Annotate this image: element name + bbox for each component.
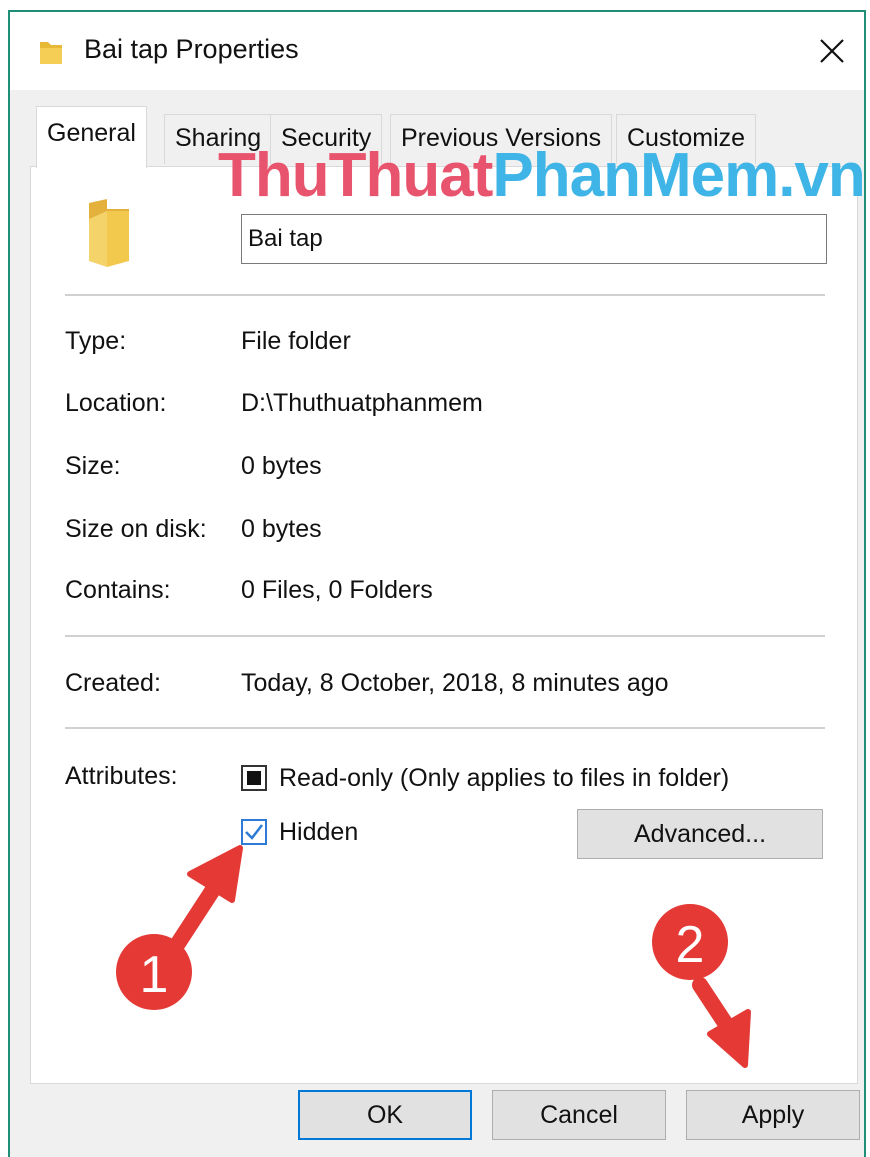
general-tab-panel: Type: File folder Location: D:\Thuthuatp… — [30, 166, 858, 1084]
created-label: Created: — [65, 669, 161, 697]
created-value: Today, 8 October, 2018, 8 minutes ago — [241, 669, 669, 697]
watermark-part-1: ThuThuat — [218, 141, 493, 210]
folder-icon — [40, 42, 62, 64]
size-value: 0 bytes — [241, 452, 322, 480]
contains-label: Contains: — [65, 576, 171, 604]
watermark-part-2: PhanMem.vn — [492, 141, 865, 210]
tab-general[interactable]: General — [36, 106, 147, 168]
size-label: Size: — [65, 452, 121, 480]
divider — [65, 294, 825, 296]
type-label: Type: — [65, 327, 127, 355]
close-icon — [820, 39, 844, 63]
title-bar: Bai tap Properties — [10, 12, 864, 90]
checkmark-icon — [245, 824, 263, 840]
apply-button[interactable]: Apply — [686, 1090, 860, 1140]
readonly-checkbox-label[interactable]: Read-only (Only applies to files in fold… — [279, 764, 729, 793]
divider — [65, 727, 825, 729]
location-value: D:\Thuthuatphanmem — [241, 389, 483, 417]
hidden-checkbox-label[interactable]: Hidden — [279, 818, 358, 847]
readonly-checkbox[interactable] — [241, 765, 267, 791]
size-on-disk-value: 0 bytes — [241, 515, 322, 543]
type-value: File folder — [241, 327, 351, 355]
cancel-button[interactable]: Cancel — [492, 1090, 666, 1140]
close-button[interactable] — [800, 12, 864, 90]
watermark: ThuThuatPhanMem.vn — [218, 140, 866, 211]
window-title: Bai tap Properties — [84, 34, 299, 64]
advanced-button[interactable]: Advanced... — [577, 809, 823, 859]
folder-icon — [89, 199, 129, 267]
divider — [65, 635, 825, 637]
size-on-disk-label: Size on disk: — [65, 515, 207, 543]
attributes-label: Attributes: — [65, 762, 178, 790]
folder-name-input[interactable] — [241, 214, 827, 264]
ok-button[interactable]: OK — [298, 1090, 472, 1140]
contains-value: 0 Files, 0 Folders — [241, 576, 433, 604]
location-label: Location: — [65, 389, 167, 417]
hidden-checkbox[interactable] — [241, 819, 267, 845]
